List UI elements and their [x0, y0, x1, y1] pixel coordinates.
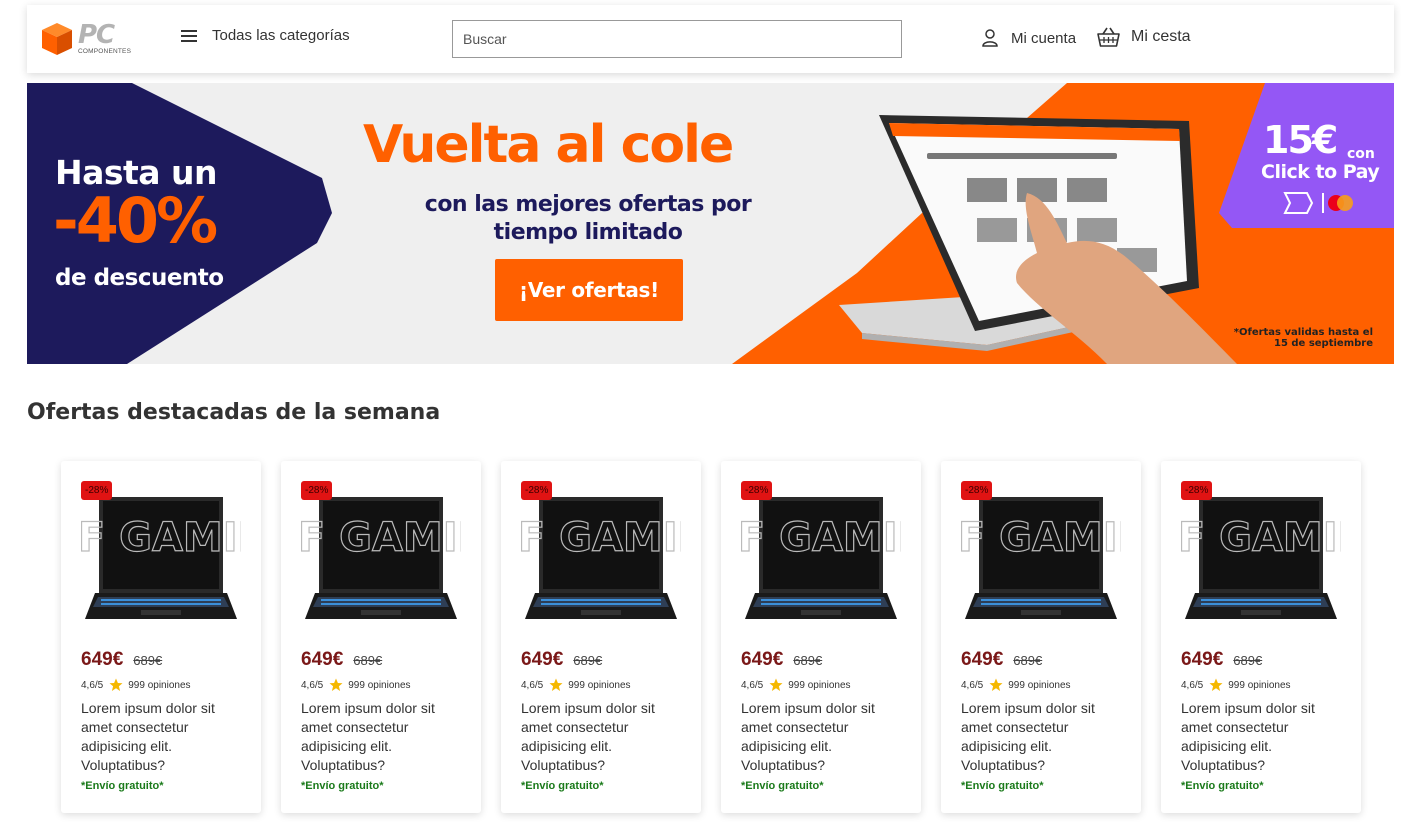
- free-shipping-label: *Envío gratuito*: [961, 780, 1044, 792]
- free-shipping-label: *Envío gratuito*: [1181, 780, 1264, 792]
- product-image: TUF GAMING: [301, 497, 461, 619]
- product-description: Lorem ipsum dolor sit amet consectetur a…: [741, 700, 875, 773]
- product-price: 649€: [1181, 649, 1224, 670]
- discount-badge: -28%: [741, 481, 773, 500]
- promo-banner[interactable]: Hasta un -40% de descuento Vuelta al col…: [27, 83, 1394, 364]
- product-price: 649€: [81, 649, 124, 670]
- product-old-price: 689€: [1233, 653, 1263, 668]
- product-image: TUF GAMING: [1181, 497, 1341, 619]
- rating-value: 4,6/5: [301, 679, 324, 691]
- discount-badge: -28%: [301, 481, 333, 500]
- product-carousel: -28% TUF GAMING 649€ 689€ 4,6/5 999 opin…: [61, 461, 1361, 813]
- logo-subtitle: COMPONENTES: [78, 48, 132, 56]
- banner-disclaimer: *Ofertas validas hasta el 15 de septiemb…: [1233, 327, 1373, 349]
- product-logo-text: TUF GAMING: [81, 515, 241, 561]
- reviews-count: 999 opiniones: [128, 679, 191, 691]
- pc-componentes-logo[interactable]: PC COMPONENTES: [41, 19, 151, 59]
- product-rating: 4,6/5 999 opiniones: [301, 678, 411, 692]
- product-logo-text: TUF GAMING: [741, 515, 901, 561]
- star-icon: [769, 678, 783, 691]
- reviews-count: 999 opiniones: [1228, 679, 1291, 691]
- product-logo-text: TUF GAMING: [301, 515, 461, 561]
- product-rating: 4,6/5 999 opiniones: [81, 678, 191, 692]
- user-icon: [982, 29, 998, 47]
- discount-badge: -28%: [81, 481, 113, 500]
- reviews-count: 999 opiniones: [568, 679, 631, 691]
- product-card[interactable]: -28% TUF GAMING 649€ 689€ 4,6/5 999 opin…: [281, 461, 481, 813]
- product-logo-text: TUF GAMING: [961, 515, 1121, 561]
- product-description: Lorem ipsum dolor sit amet consectetur a…: [521, 700, 655, 773]
- product-card[interactable]: -28% TUF GAMING 649€ 689€ 4,6/5 999 opin…: [61, 461, 261, 813]
- product-card[interactable]: -28% TUF GAMING 649€ 689€ 4,6/5 999 opin…: [941, 461, 1141, 813]
- cart-label: Mi cesta: [1131, 28, 1191, 45]
- rating-value: 4,6/5: [961, 679, 984, 691]
- reviews-count: 999 opiniones: [788, 679, 851, 691]
- promo-amount: 15€: [1263, 118, 1338, 162]
- product-rating: 4,6/5 999 opiniones: [1181, 678, 1291, 692]
- product-card[interactable]: -28% TUF GAMING 649€ 689€ 4,6/5 999 opin…: [721, 461, 921, 813]
- free-shipping-label: *Envío gratuito*: [81, 780, 164, 792]
- site-header: PC COMPONENTES Todas las categorías Mi c…: [27, 5, 1394, 73]
- product-price: 649€: [521, 649, 564, 670]
- account-link[interactable]: Mi cuenta: [982, 29, 1076, 47]
- reviews-count: 999 opiniones: [1008, 679, 1071, 691]
- product-old-price: 689€: [573, 653, 603, 668]
- search-input[interactable]: [452, 20, 902, 58]
- rating-value: 4,6/5: [521, 679, 544, 691]
- promo-method: Click to Pay: [1261, 161, 1380, 183]
- discount-badge: -28%: [961, 481, 993, 500]
- categories-menu-button[interactable]: Todas las categorías: [181, 27, 350, 44]
- product-image: TUF GAMING: [521, 497, 681, 619]
- cart-link[interactable]: Mi cesta: [1096, 26, 1191, 48]
- product-card[interactable]: -28% TUF GAMING 649€ 689€ 4,6/5 999 opin…: [1161, 461, 1361, 813]
- product-price: 649€: [741, 649, 784, 670]
- free-shipping-label: *Envío gratuito*: [741, 780, 824, 792]
- product-price: 649€: [301, 649, 344, 670]
- see-offers-button[interactable]: ¡Ver ofertas!: [495, 259, 683, 321]
- product-old-price: 689€: [353, 653, 383, 668]
- account-label: Mi cuenta: [1011, 29, 1077, 47]
- product-rating: 4,6/5 999 opiniones: [741, 678, 851, 692]
- product-image: TUF GAMING: [961, 497, 1121, 619]
- star-icon: [329, 678, 343, 691]
- discount-badge: -28%: [1181, 481, 1213, 500]
- product-image: TUF GAMING: [741, 497, 901, 619]
- product-image: TUF GAMING: [81, 497, 241, 619]
- product-rating: 4,6/5 999 opiniones: [521, 678, 631, 692]
- star-icon: [1209, 678, 1223, 691]
- basket-icon: [1097, 27, 1120, 47]
- rating-value: 4,6/5: [1181, 679, 1204, 691]
- banner-subtitle: con las mejores ofertas por tiempo limit…: [424, 192, 752, 245]
- product-description: Lorem ipsum dolor sit amet consectetur a…: [1181, 700, 1315, 773]
- banner-title: Vuelta al cole: [363, 115, 734, 175]
- categories-label: Todas las categorías: [212, 27, 350, 44]
- product-description: Lorem ipsum dolor sit amet consectetur a…: [81, 700, 215, 773]
- product-logo-text: TUF GAMING: [521, 515, 681, 561]
- discount-badge: -28%: [521, 481, 553, 500]
- rating-value: 4,6/5: [81, 679, 104, 691]
- product-description: Lorem ipsum dolor sit amet consectetur a…: [301, 700, 435, 773]
- product-rating: 4,6/5 999 opiniones: [961, 678, 1071, 692]
- free-shipping-label: *Envío gratuito*: [521, 780, 604, 792]
- star-icon: [109, 678, 123, 691]
- promo-con: con: [1347, 146, 1375, 162]
- product-old-price: 689€: [1013, 653, 1043, 668]
- product-old-price: 689€: [793, 653, 823, 668]
- product-price: 649€: [961, 649, 1004, 670]
- logo-cube-icon: [42, 23, 72, 55]
- product-description: Lorem ipsum dolor sit amet consectetur a…: [961, 700, 1095, 773]
- free-shipping-label: *Envío gratuito*: [301, 780, 384, 792]
- banner-line-descuento: de descuento: [55, 265, 224, 291]
- hamburger-icon: [181, 29, 197, 42]
- reviews-count: 999 opiniones: [348, 679, 411, 691]
- logo-wordmark: PC: [78, 20, 115, 51]
- banner-discount: -40%: [53, 184, 218, 257]
- product-old-price: 689€: [133, 653, 163, 668]
- rating-value: 4,6/5: [741, 679, 764, 691]
- section-title: Ofertas destacadas de la semana: [27, 400, 441, 425]
- star-icon: [989, 678, 1003, 691]
- product-card[interactable]: -28% TUF GAMING 649€ 689€ 4,6/5 999 opin…: [501, 461, 701, 813]
- product-logo-text: TUF GAMING: [1181, 515, 1341, 561]
- star-icon: [549, 678, 563, 691]
